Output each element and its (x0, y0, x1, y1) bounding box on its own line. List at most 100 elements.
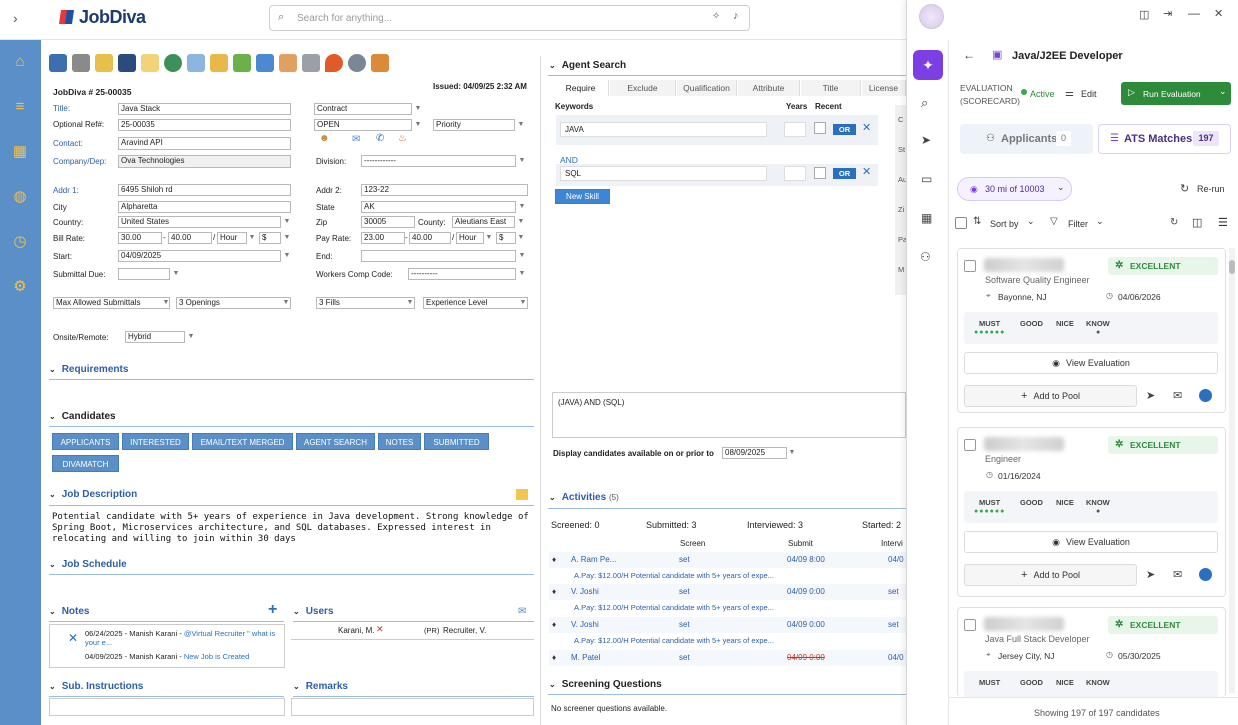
add-to-pool-button[interactable]: + Add to Pool (964, 385, 1137, 407)
notes-section[interactable]: ⌄ Notes (49, 606, 90, 617)
end-date-field[interactable] (361, 250, 516, 262)
history-icon[interactable]: ◷ (10, 232, 30, 252)
job-description-section[interactable]: ⌄ Job Description (49, 489, 137, 500)
optional-ref-field[interactable]: 25-00035 (118, 119, 291, 131)
title-field[interactable]: Java Stack (118, 103, 291, 115)
chevron-down-icon[interactable]: ▼ (282, 250, 292, 262)
phone-icon[interactable]: ✆ (376, 133, 384, 144)
screening-questions-section[interactable]: ⌄ Screening Questions (549, 679, 662, 690)
job-type-select[interactable]: Contract (314, 103, 412, 115)
addr1-field[interactable]: 6495 Shiloh rd (118, 184, 291, 196)
select-all-checkbox[interactable] (955, 217, 967, 229)
close-icon[interactable]: ✕ (862, 165, 871, 178)
sparkle-search-icon[interactable]: ✧ (712, 11, 720, 22)
pay-currency-select[interactable]: $ (496, 232, 516, 244)
openings-select[interactable]: 3 Openings (176, 297, 291, 309)
user-row[interactable]: Karani, M. ✕ (PR) Recruiter, V. (291, 623, 534, 640)
candidate-card[interactable]: ✲ EXCELLENT Java Full Stack Developer ⌖ J… (957, 607, 1226, 698)
tab-title[interactable]: Title (801, 80, 861, 96)
chevron-down-icon[interactable]: ▼ (516, 119, 526, 131)
chevron-down-icon[interactable]: ▼ (161, 297, 171, 309)
recent-checkbox[interactable] (814, 122, 826, 134)
email-icon[interactable]: ✉ (1173, 389, 1182, 402)
people-icon[interactable]: ⚇ (920, 250, 931, 264)
display-date-field[interactable]: 08/09/2025 (722, 447, 787, 459)
bill-unit-select[interactable]: Hour (217, 232, 247, 244)
refresh-icon[interactable]: ↻ (1170, 217, 1178, 228)
sticky-note-icon[interactable] (516, 489, 528, 500)
submittal-due-field[interactable] (118, 268, 170, 280)
back-arrow-icon[interactable]: ← (963, 48, 975, 62)
status-select[interactable]: OPEN (314, 119, 412, 131)
chat-icon[interactable]: ▭ (921, 172, 932, 186)
chevron-down-icon[interactable]: ▼ (518, 297, 528, 309)
filter-button[interactable]: Filter (1068, 219, 1088, 229)
web-icon[interactable] (164, 54, 182, 72)
chevron-down-icon[interactable]: ▼ (516, 232, 526, 244)
send-icon[interactable]: ➤ (1146, 389, 1155, 402)
new-skill-button[interactable]: New Skill (555, 189, 610, 204)
bill-currency-select[interactable]: $ (259, 232, 281, 244)
activities-section[interactable]: ⌄ Activities (5) (549, 492, 619, 503)
card-checkbox[interactable] (964, 260, 976, 272)
remarks-box[interactable] (291, 698, 534, 716)
card-checkbox[interactable] (964, 439, 976, 451)
applicants-tab[interactable]: ⚇ Applicants 0 (960, 124, 1093, 154)
pay-rate-from[interactable]: 23.00 (361, 232, 405, 244)
remarks-section[interactable]: ⌄ Remarks (293, 681, 348, 692)
route-icon[interactable] (118, 54, 136, 72)
chevron-down-icon[interactable]: ⌄ (1096, 216, 1104, 227)
chevron-down-icon[interactable]: ⌄ (1116, 48, 1124, 59)
tab-attribute[interactable]: Attribute (738, 80, 800, 96)
chevron-down-icon[interactable]: ▼ (405, 297, 415, 309)
chevron-down-icon[interactable]: ▼ (413, 103, 423, 115)
tab-qualification[interactable]: Qualification (677, 80, 737, 96)
send-icon[interactable]: ➤ (1146, 568, 1155, 581)
division-select[interactable]: ------------ (361, 155, 516, 167)
company-label[interactable]: Company/Dep: (53, 157, 106, 166)
settings-icon[interactable]: ⚙ (10, 277, 30, 297)
chevron-down-icon[interactable]: ▼ (517, 268, 527, 280)
candidates-section[interactable]: ⌄ Candidates (49, 411, 116, 422)
scrollbar[interactable] (1229, 248, 1235, 693)
send-icon[interactable] (256, 54, 274, 72)
fire-icon[interactable]: ♨ (398, 133, 407, 144)
close-icon[interactable]: ✕ (1214, 7, 1223, 20)
tab-exclude[interactable]: Exclude (610, 80, 676, 96)
add-note-icon[interactable]: + (268, 601, 277, 619)
bill-rate-to[interactable]: 40.00 (168, 232, 212, 244)
chevron-down-icon[interactable]: ⌄ (1219, 86, 1227, 97)
city-field[interactable]: Alpharetta (118, 201, 291, 213)
list-view-icon[interactable]: ☰ (1218, 216, 1228, 229)
chevron-down-icon[interactable]: ▼ (517, 155, 527, 167)
agent-search-section[interactable]: ⌄ Agent Search (549, 60, 626, 71)
search-input[interactable]: Search for anything... (297, 13, 392, 24)
chevron-down-icon[interactable]: ⌄ (1027, 216, 1035, 227)
close-icon[interactable]: ✕ (862, 121, 871, 134)
refresh-icon[interactable]: ↻ (1180, 182, 1189, 195)
attach-icon[interactable] (187, 54, 205, 72)
activity-row[interactable]: ♦ V. Joshi set 04/09 0:00 set (549, 617, 907, 633)
hand-icon[interactable] (279, 54, 297, 72)
requirements-section[interactable]: ⌄ Requirements (49, 364, 128, 375)
sort-by-button[interactable]: Sort by (990, 219, 1019, 229)
pay-unit-select[interactable]: Hour (456, 232, 484, 244)
chevron-down-icon[interactable]: ▼ (484, 232, 494, 244)
email-icon[interactable]: ✉ (518, 606, 526, 617)
addr2-field[interactable]: 123-22 (361, 184, 528, 196)
view-evaluation-button[interactable]: ◉ View Evaluation (964, 531, 1218, 553)
job-title-dropdown[interactable]: Java/J2EE Developer (1012, 50, 1123, 62)
priority-select[interactable]: Priority (433, 119, 515, 131)
candidate-card[interactable]: ✲ EXCELLENT Engineer ◷ 01/16/2024 MUST GO… (957, 427, 1226, 597)
chevron-down-icon[interactable]: ▼ (282, 232, 292, 244)
company-field[interactable]: Ova Technologies (118, 155, 291, 168)
location-icon[interactable] (325, 54, 343, 72)
print-icon[interactable] (72, 54, 90, 72)
sub-instructions-section[interactable]: ⌄ Sub. Instructions (49, 681, 143, 692)
activity-row[interactable]: ♦ M. Patel set 04/09 0:00 04/0 (549, 650, 907, 666)
divamatch-button[interactable]: DIVAMATCH (52, 455, 119, 472)
candidate-card[interactable]: ✲ EXCELLENT Software Quality Engineer ⌖ B… (957, 248, 1226, 413)
years-input[interactable] (784, 166, 806, 181)
profile-badge-icon[interactable] (1199, 389, 1212, 402)
users-section[interactable]: ⌄ Users (293, 606, 334, 617)
